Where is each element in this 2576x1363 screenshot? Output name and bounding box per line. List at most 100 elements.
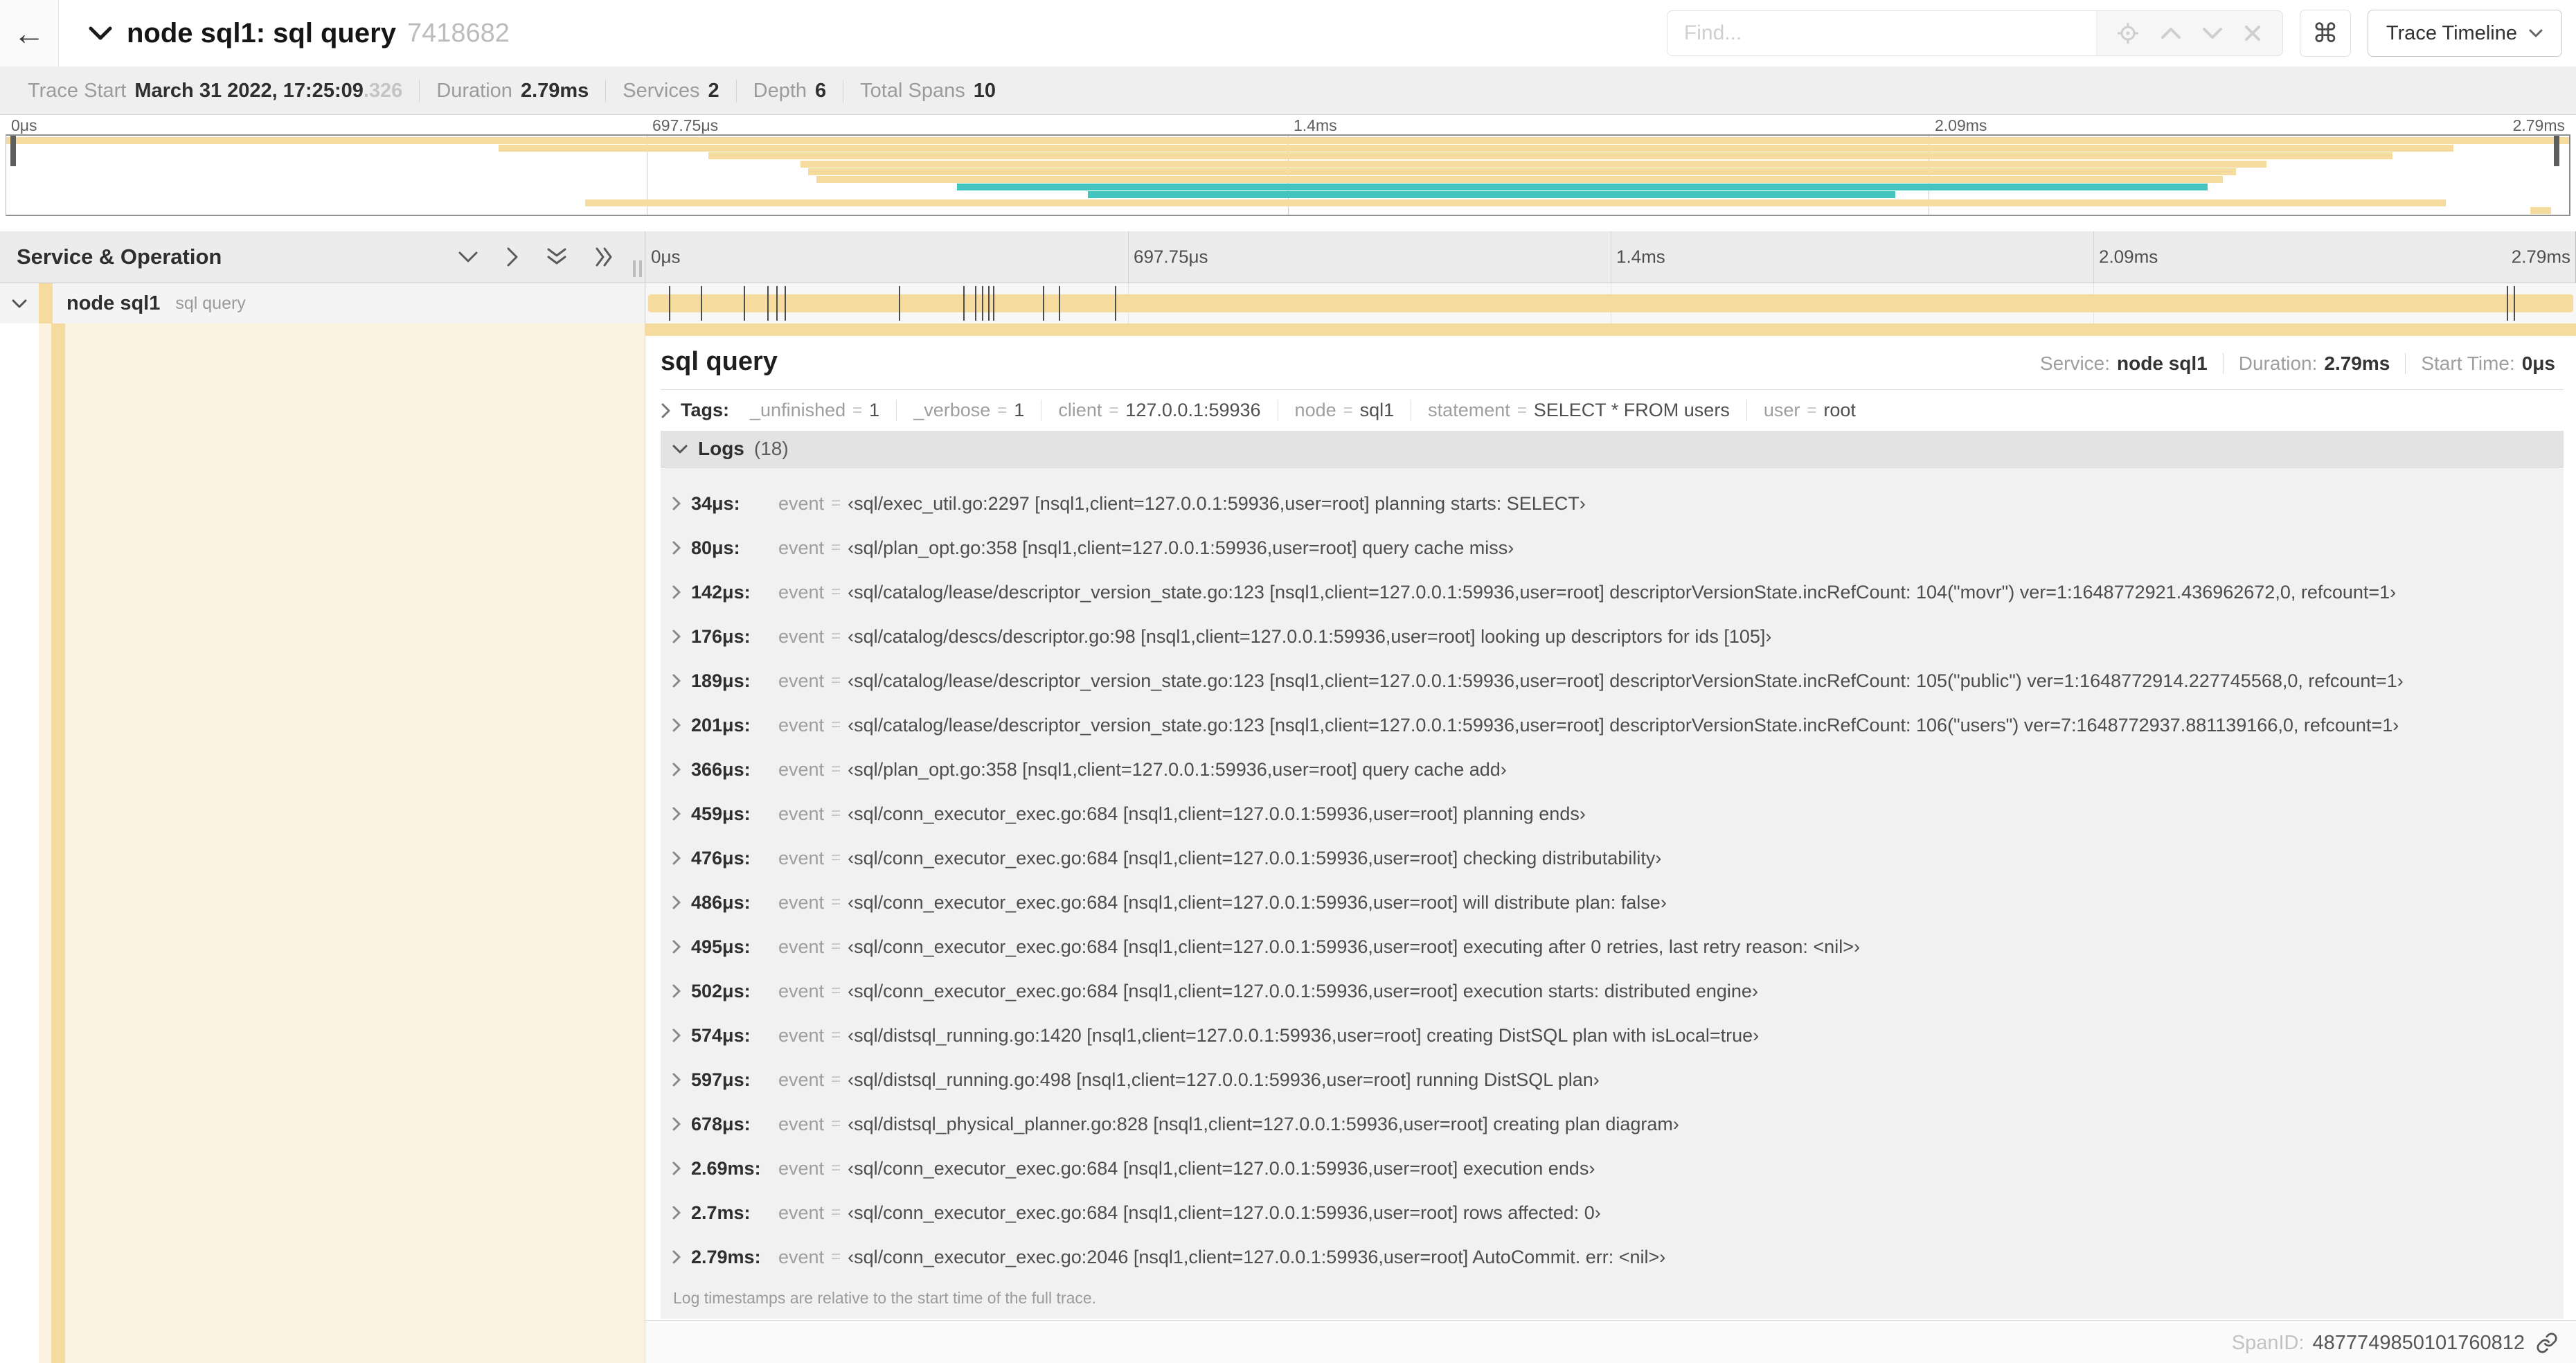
equals-sign: = bbox=[831, 804, 841, 823]
collapse-one-button[interactable] bbox=[458, 251, 478, 263]
log-marker-tick bbox=[668, 286, 670, 321]
log-timestamp: 80μs: bbox=[691, 537, 740, 558]
log-marker-tick bbox=[992, 286, 994, 321]
log-row[interactable]: 459μs: event = ‹sql/conn_executor_exec.g… bbox=[672, 792, 2564, 836]
span-operation-name: sql query bbox=[175, 293, 246, 313]
trace-header: ← node sql1: sql query 7418682 Find... ⌘… bbox=[0, 0, 2576, 67]
equals-sign: = bbox=[831, 494, 841, 513]
minimap-span-bar bbox=[708, 152, 2392, 160]
log-field-key: event bbox=[778, 980, 825, 1001]
find-input[interactable] bbox=[1667, 11, 2096, 55]
timeline-minimap: 0μs 697.75μs 1.4ms 2.09ms 2.79ms bbox=[0, 115, 2576, 217]
log-row[interactable]: 495μs: event = ‹sql/conn_executor_exec.g… bbox=[672, 925, 2564, 969]
spanid-value: 4877749850101760812 bbox=[2312, 1331, 2525, 1354]
log-row[interactable]: 678μs: event = ‹sql/distsql_physical_pla… bbox=[672, 1102, 2564, 1146]
log-row[interactable]: 201μs: event = ‹sql/catalog/lease/descri… bbox=[672, 703, 2564, 747]
collapse-all-button[interactable] bbox=[546, 247, 567, 267]
keyboard-shortcuts-button[interactable]: ⌘ bbox=[2299, 10, 2351, 57]
minimap-span-bar bbox=[808, 168, 2236, 175]
minimap-canvas[interactable] bbox=[6, 134, 2570, 216]
chevron-down-icon bbox=[89, 26, 112, 40]
minimap-span-bar bbox=[2530, 206, 2552, 214]
equals-sign: = bbox=[1517, 400, 1527, 420]
log-field-value: ‹sql/conn_executor_exec.go:2046 [nsql1,c… bbox=[848, 1246, 1666, 1267]
tags-list: _unfinished = 1 _verbose = 1 client = 12… bbox=[733, 400, 1872, 421]
equals-sign: = bbox=[831, 1247, 841, 1266]
logs-list: 34μs: event = ‹sql/exec_util.go:2297 [ns… bbox=[672, 481, 2564, 1279]
tag-value: sql1 bbox=[1359, 400, 1395, 420]
view-selector-dropdown[interactable]: Trace Timeline bbox=[2367, 10, 2562, 57]
log-row[interactable]: 189μs: event = ‹sql/catalog/lease/descri… bbox=[672, 659, 2564, 703]
span-duration-bar[interactable] bbox=[648, 294, 2573, 312]
tag-item: client = 127.0.0.1:59936 bbox=[1041, 400, 1277, 421]
log-field-value: ‹sql/plan_opt.go:358 [nsql1,client=127.0… bbox=[848, 758, 1507, 780]
log-timestamp: 2.79ms: bbox=[691, 1246, 761, 1267]
logs-title: Logs bbox=[698, 438, 744, 459]
log-timestamp: 597μs: bbox=[691, 1069, 751, 1090]
equals-sign: = bbox=[831, 1026, 841, 1044]
log-field-key: event bbox=[778, 1246, 825, 1267]
next-match-button[interactable] bbox=[2201, 26, 2224, 40]
minimap-tick-label: 0μs bbox=[11, 116, 37, 134]
tag-key: node bbox=[1294, 400, 1336, 420]
log-row[interactable]: 597μs: event = ‹sql/distsql_running.go:4… bbox=[672, 1058, 2564, 1102]
log-timestamp: 366μs: bbox=[691, 758, 751, 780]
trace-id: 7418682 bbox=[406, 18, 510, 48]
prev-match-button[interactable] bbox=[2160, 26, 2182, 40]
log-field-key: event bbox=[778, 803, 825, 824]
clear-find-button[interactable] bbox=[2243, 24, 2262, 43]
timeline-tick-label: 2.79ms bbox=[2511, 246, 2570, 267]
expand-all-button[interactable] bbox=[595, 247, 614, 267]
log-row[interactable]: 486μs: event = ‹sql/conn_executor_exec.g… bbox=[672, 880, 2564, 925]
log-marker-tick bbox=[1058, 286, 1060, 321]
log-row[interactable]: 80μs: event = ‹sql/plan_opt.go:358 [nsql… bbox=[672, 526, 2564, 570]
log-row[interactable]: 176μs: event = ‹sql/catalog/descs/descri… bbox=[672, 614, 2564, 659]
span-name-cell[interactable]: node sql1 sql query bbox=[0, 283, 645, 323]
spanid-footer: SpanID: 4877749850101760812 bbox=[645, 1320, 2576, 1363]
chevron-right-icon bbox=[672, 807, 681, 821]
equals-sign: = bbox=[831, 627, 841, 645]
equals-sign: = bbox=[831, 848, 841, 867]
log-row[interactable]: 142μs: event = ‹sql/catalog/lease/descri… bbox=[672, 570, 2564, 614]
span-children-toggle[interactable] bbox=[0, 299, 39, 309]
equals-sign: = bbox=[831, 1159, 841, 1177]
back-button[interactable]: ← bbox=[0, 0, 59, 66]
equals-sign: = bbox=[831, 760, 841, 778]
tag-value: 1 bbox=[1014, 400, 1025, 420]
log-row[interactable]: 366μs: event = ‹sql/plan_opt.go:358 [nsq… bbox=[672, 747, 2564, 792]
log-row[interactable]: 476μs: event = ‹sql/conn_executor_exec.g… bbox=[672, 836, 2564, 880]
log-row[interactable]: 2.79ms: event = ‹sql/conn_executor_exec.… bbox=[672, 1235, 2564, 1279]
focus-match-button[interactable] bbox=[2116, 21, 2140, 45]
log-timestamp: 476μs: bbox=[691, 847, 751, 868]
expanded-span-background bbox=[39, 323, 645, 1363]
minimap-span-bar bbox=[816, 176, 2224, 183]
minimap-right-drag-handle[interactable] bbox=[2554, 136, 2559, 166]
find-box bbox=[1666, 10, 2283, 56]
span-timeline-cell[interactable] bbox=[645, 283, 2576, 323]
expand-one-button[interactable] bbox=[506, 247, 519, 267]
log-marker-tick bbox=[784, 286, 786, 321]
minimap-left-drag-handle[interactable] bbox=[10, 136, 16, 166]
logs-accordion-header[interactable]: Logs (18) bbox=[661, 431, 2564, 467]
log-row[interactable]: 34μs: event = ‹sql/exec_util.go:2297 [ns… bbox=[672, 481, 2564, 526]
log-row[interactable]: 2.7ms: event = ‹sql/conn_executor_exec.g… bbox=[672, 1191, 2564, 1235]
close-icon bbox=[2245, 26, 2261, 41]
tags-accordion[interactable]: Tags: _unfinished = 1 _verbose = 1 clien… bbox=[661, 400, 2564, 421]
chevron-right-icon bbox=[672, 497, 681, 510]
deep-link-icon[interactable] bbox=[2536, 1332, 2558, 1354]
trace-collapse-toggle[interactable] bbox=[88, 26, 113, 41]
find-controls bbox=[2095, 11, 2282, 55]
summary-value: March 31 2022, 17:25:09 bbox=[134, 79, 364, 102]
tag-item: statement = SELECT * FROM users bbox=[1411, 400, 1746, 421]
command-icon: ⌘ bbox=[2311, 19, 2338, 48]
log-timestamp: 495μs: bbox=[691, 936, 751, 957]
crosshair-icon bbox=[2118, 23, 2139, 44]
spanid-label: SpanID: bbox=[2231, 1331, 2305, 1354]
column-resizer-grip[interactable] bbox=[633, 260, 642, 277]
logs-note: Log timestamps are relative to the start… bbox=[673, 1289, 1097, 1307]
log-field-value: ‹sql/conn_executor_exec.go:684 [nsql1,cl… bbox=[848, 980, 1758, 1001]
log-row[interactable]: 502μs: event = ‹sql/conn_executor_exec.g… bbox=[672, 969, 2564, 1013]
log-row[interactable]: 574μs: event = ‹sql/distsql_running.go:1… bbox=[672, 1013, 2564, 1058]
log-row[interactable]: 2.69ms: event = ‹sql/conn_executor_exec.… bbox=[672, 1146, 2564, 1191]
chevron-down-icon bbox=[2529, 29, 2543, 37]
